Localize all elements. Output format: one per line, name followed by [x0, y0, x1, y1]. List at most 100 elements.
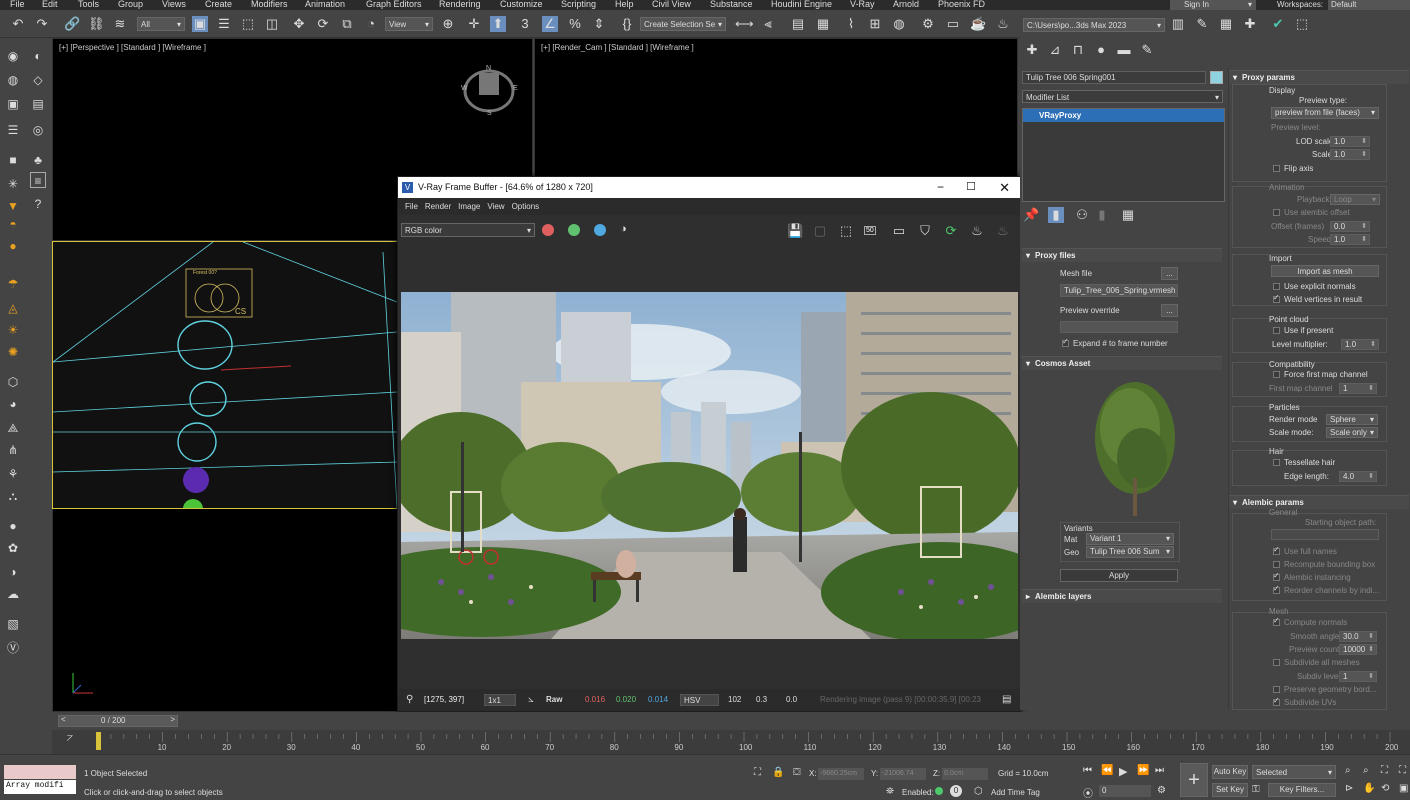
material-ball-icon[interactable]: ●: [5, 518, 21, 534]
angle-snap-icon[interactable]: ∠: [542, 16, 558, 32]
selection-filter-dropdown[interactable]: All: [137, 17, 185, 31]
file-tool-icon[interactable]: ▤: [30, 96, 46, 112]
playback-dropdown[interactable]: Loop: [1330, 194, 1380, 205]
rect-selection-icon[interactable]: ⬚: [240, 16, 256, 32]
percent-snap-icon[interactable]: %: [567, 16, 583, 32]
orbit-icon[interactable]: ⟲: [1381, 783, 1389, 794]
toggle-ribbon-icon[interactable]: ▦: [815, 16, 831, 32]
scale-mode-dropdown[interactable]: Scale only: [1326, 427, 1378, 438]
viewcube-icon[interactable]: N W E S: [453, 59, 523, 129]
object-name-field[interactable]: Tulip Tree 006 Spring001: [1022, 71, 1206, 84]
starting-object-path-field[interactable]: [1271, 529, 1379, 540]
perspective-viewport-label[interactable]: [+] [Perspective ] [Standard ] [Wirefram…: [59, 43, 206, 52]
geo-variant-dropdown[interactable]: Tulip Tree 006 Sum: [1086, 546, 1174, 558]
proxy-cube-icon[interactable]: ⬡: [5, 374, 21, 390]
pin-stack-icon[interactable]: 📌: [1023, 207, 1039, 223]
previous-key-icon[interactable]: ⏪: [1101, 765, 1113, 776]
named-selection-sets-dropdown[interactable]: Create Selection Se: [640, 17, 726, 31]
rotate-icon[interactable]: ⟳: [315, 16, 331, 32]
maxscript-listener-top[interactable]: [4, 765, 76, 779]
blue-channel-button[interactable]: [594, 224, 606, 236]
modify-tab-icon[interactable]: ⊿: [1047, 42, 1063, 58]
material-editor-icon[interactable]: ◍: [891, 16, 907, 32]
play-icon[interactable]: ▶: [1119, 765, 1127, 778]
ruler-icon[interactable]: ⦣: [528, 689, 534, 711]
render-cam-viewport-label[interactable]: [+] [Render_Cam ] [Standard ] [Wireframe…: [541, 43, 694, 52]
zoom-extents-all-icon[interactable]: ⛶: [1399, 765, 1406, 776]
time-slider[interactable]: < 0 / 200 >: [58, 715, 178, 727]
plane-object-icon[interactable]: ⟁: [5, 420, 21, 436]
maxscript-listener-input[interactable]: Array modifi: [4, 780, 76, 794]
make-unique-icon[interactable]: ⚇: [1074, 207, 1090, 223]
keyboard-shortcut-override-icon[interactable]: ⬆: [490, 16, 506, 32]
raw-mode[interactable]: Raw: [546, 689, 562, 711]
clear-icon[interactable]: ▢: [812, 223, 828, 239]
vray-logo-icon[interactable]: Ⓥ: [5, 640, 21, 656]
project-new-icon[interactable]: ✚: [1242, 16, 1258, 32]
render-icon[interactable]: ▧: [5, 616, 21, 632]
object-color-swatch[interactable]: [1210, 71, 1223, 84]
cube-icon[interactable]: ⬡: [974, 786, 983, 797]
next-key-icon[interactable]: ⏩: [1137, 765, 1149, 776]
recompute-bbox-checkbox[interactable]: [1273, 561, 1280, 568]
use-full-names-checkbox[interactable]: [1273, 545, 1280, 555]
zoom-all-icon[interactable]: ⌕: [1363, 765, 1369, 776]
list-panel-icon[interactable]: ≡: [30, 172, 46, 188]
region-render-icon[interactable]: ⬚: [838, 223, 854, 239]
red-channel-button[interactable]: [542, 224, 554, 236]
subdivide-uvs-checkbox[interactable]: [1273, 696, 1280, 706]
isolate-selection-icon[interactable]: ⛶: [754, 767, 761, 778]
time-config-icon[interactable]: ⚙: [1157, 785, 1166, 796]
window-crossing-icon[interactable]: ◫: [264, 16, 280, 32]
speed-spinner[interactable]: 1.0: [1330, 234, 1370, 245]
helper-tool-icon[interactable]: ◇: [30, 72, 46, 88]
vfb-menu-image[interactable]: Image: [458, 202, 480, 211]
time-cursor[interactable]: [96, 732, 101, 750]
render-image[interactable]: [401, 292, 1018, 639]
paint-select-icon[interactable]: ◐: [30, 48, 46, 64]
weld-vertices-checkbox[interactable]: [1273, 293, 1280, 303]
rect-light-icon[interactable]: ◓: [5, 216, 21, 232]
set-key-button[interactable]: Set Key: [1212, 783, 1248, 797]
sun-icon[interactable]: ☀: [5, 322, 21, 338]
select-object-icon[interactable]: ▣: [192, 16, 208, 32]
place-icon[interactable]: ◔: [363, 16, 379, 32]
motion-tab-icon[interactable]: ●: [1093, 42, 1109, 58]
undo-icon[interactable]: ↶: [10, 16, 26, 32]
edit-named-selection-icon[interactable]: {}: [619, 16, 635, 32]
channel-dropdown[interactable]: RGB color: [401, 223, 535, 237]
scale-spinner[interactable]: 1.0: [1330, 149, 1370, 160]
sphere-tool-icon[interactable]: ◍: [5, 72, 21, 88]
menu-edit[interactable]: Edit: [42, 0, 58, 9]
reference-coordinate-dropdown[interactable]: View: [385, 17, 433, 31]
dome-light-icon[interactable]: ▼: [5, 198, 21, 214]
lens-effects-icon[interactable]: ⛉: [917, 223, 933, 239]
schematic-view-icon[interactable]: ⊞: [867, 16, 883, 32]
align-icon[interactable]: ⫷: [760, 16, 776, 32]
menu-houdini-engine[interactable]: Houdini Engine: [771, 0, 832, 9]
preserve-geometry-checkbox[interactable]: [1273, 686, 1280, 693]
rendered-frame-window-icon[interactable]: ▭: [945, 16, 961, 32]
use-alembic-offset-checkbox[interactable]: [1273, 209, 1280, 216]
save-icon[interactable]: 💾: [787, 223, 803, 239]
level-multiplier-spinner[interactable]: 1.0: [1341, 339, 1379, 350]
menu-modifiers[interactable]: Modifiers: [251, 0, 288, 9]
track-mouse-icon[interactable]: ▭: [891, 223, 907, 239]
menu-scripting[interactable]: Scripting: [561, 0, 596, 9]
utilities-tab-icon[interactable]: ✎: [1139, 42, 1155, 58]
flip-axis-checkbox[interactable]: [1273, 165, 1280, 172]
first-map-channel-spinner[interactable]: 1: [1339, 383, 1377, 394]
configure-sets-icon[interactable]: ▦: [1120, 207, 1136, 223]
cloud-icon[interactable]: ☁: [5, 586, 21, 602]
key-filters-button[interactable]: Key Filters...: [1268, 783, 1336, 797]
mat-variant-dropdown[interactable]: Variant 1: [1086, 533, 1174, 545]
zoom-extents-icon[interactable]: ⛶: [1381, 765, 1388, 776]
menu-create[interactable]: Create: [205, 0, 232, 9]
render-cam-viewport[interactable]: [+] [Render_Cam ] [Standard ] [Wireframe…: [534, 38, 1018, 178]
vfb-title-bar[interactable]: V V-Ray Frame Buffer - [64.6% of 1280 x …: [398, 177, 1020, 198]
pivot-icon[interactable]: ⊕: [440, 16, 456, 32]
menu-substance[interactable]: Substance: [710, 0, 753, 9]
link-icon[interactable]: 🔗: [64, 16, 80, 32]
render-teapot-icon[interactable]: ♨: [969, 223, 985, 239]
hierarchy-tab-icon[interactable]: ⊓: [1070, 42, 1086, 58]
